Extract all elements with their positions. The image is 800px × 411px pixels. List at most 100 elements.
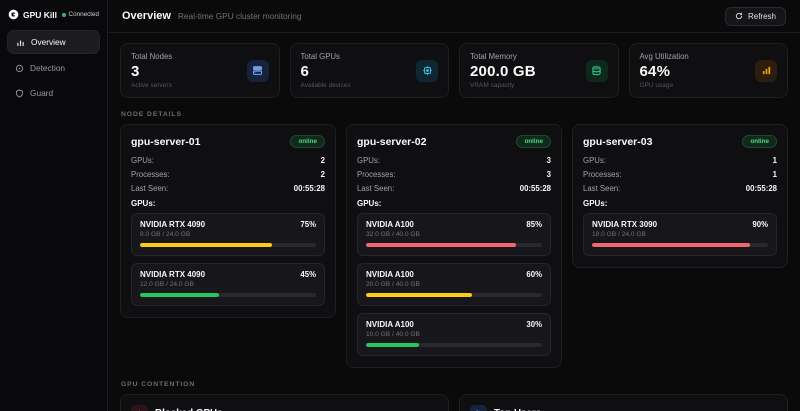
main-area: Overview Real-time GPU cluster monitorin… xyxy=(108,0,800,411)
node-card-gpu-server-02: gpu-server-02 online GPUs:3 Processes:3 … xyxy=(346,124,562,368)
sidebar: GPU Kill Connected Overview Detection Gu… xyxy=(0,0,108,411)
node-stat-processes: Processes:1 xyxy=(583,170,777,179)
node-name: gpu-server-01 xyxy=(131,136,200,148)
chip-icon xyxy=(416,60,438,82)
page-title: Overview xyxy=(122,10,171,22)
node-stat-gpus: GPUs:3 xyxy=(357,156,551,165)
gpu-memory: 10.0 GB / 40.0 GB xyxy=(366,331,542,338)
users-icon xyxy=(470,405,487,411)
shield-icon xyxy=(15,89,24,98)
utilization-bar xyxy=(366,293,542,297)
stat-card-total-nodes: Total Nodes 3 Active servers xyxy=(120,43,280,98)
stats-row: Total Nodes 3 Active servers T xyxy=(120,43,788,98)
gpu-card: NVIDIA A100 30% 10.0 GB / 40.0 GB xyxy=(357,313,551,356)
sidebar-item-guard[interactable]: Guard xyxy=(7,82,100,104)
stat-title: Total GPUs xyxy=(301,52,351,61)
sidebar-item-label: Overview xyxy=(31,37,66,47)
status-badge: online xyxy=(742,135,777,148)
gpu-card: NVIDIA RTX 4090 45% 12.0 GB / 24.0 GB xyxy=(131,263,325,306)
gpu-name: NVIDIA A100 xyxy=(366,220,414,229)
utilization-bar-fill xyxy=(592,243,750,247)
gpu-list-label: GPUs: xyxy=(357,199,551,208)
utilization-bar xyxy=(140,243,316,247)
connected-dot-icon xyxy=(62,13,66,17)
stat-subtitle: Active servers xyxy=(131,82,172,89)
bar-chart-icon xyxy=(16,38,25,47)
node-stat-processes: Processes:3 xyxy=(357,170,551,179)
bars-icon xyxy=(755,60,777,82)
stat-card-total-memory: Total Memory 200.0 GB VRAM capacity xyxy=(459,43,619,98)
connection-status: Connected xyxy=(62,11,99,18)
refresh-button[interactable]: Refresh xyxy=(725,7,786,26)
stat-subtitle: VRAM capacity xyxy=(470,82,536,89)
stat-value: 3 xyxy=(131,63,172,80)
page-header: Overview Real-time GPU cluster monitorin… xyxy=(108,0,800,33)
gpu-memory: 12.0 GB / 24.0 GB xyxy=(140,281,316,288)
logo: GPU Kill xyxy=(8,9,57,20)
status-badge: online xyxy=(290,135,325,148)
gpu-name: NVIDIA A100 xyxy=(366,270,414,279)
status-badge: online xyxy=(516,135,551,148)
utilization-bar-fill xyxy=(366,293,472,297)
node-stat-last-seen: Last Seen:00:55:28 xyxy=(131,184,325,193)
sidebar-item-overview[interactable]: Overview xyxy=(7,30,100,54)
node-name: gpu-server-03 xyxy=(583,136,652,148)
gpu-utilization: 85% xyxy=(526,220,542,229)
utilization-bar-fill xyxy=(140,293,219,297)
node-card-gpu-server-03: gpu-server-03 online GPUs:1 Processes:1 … xyxy=(572,124,788,268)
refresh-icon xyxy=(735,12,743,20)
node-stat-processes: Processes:2 xyxy=(131,170,325,179)
server-icon xyxy=(247,60,269,82)
utilization-bar xyxy=(140,293,316,297)
warning-triangle-icon xyxy=(131,405,148,411)
top-users-card: Top Users 1 charlie 85% xyxy=(459,394,788,411)
stat-subtitle: GPU usage xyxy=(640,82,689,89)
gpu-list-label: GPUs: xyxy=(583,199,777,208)
node-stat-gpus: GPUs:2 xyxy=(131,156,325,165)
refresh-label: Refresh xyxy=(748,12,776,21)
utilization-bar-fill xyxy=(366,343,419,347)
utilization-bar xyxy=(592,243,768,247)
gpu-memory: 20.0 GB / 40.0 GB xyxy=(366,281,542,288)
gpu-list-label: GPUs: xyxy=(131,199,325,208)
node-stat-gpus: GPUs:1 xyxy=(583,156,777,165)
node-stat-last-seen: Last Seen:00:55:28 xyxy=(583,184,777,193)
stat-card-avg-utilization: Avg Utilization 64% GPU usage xyxy=(629,43,789,98)
contention-row: Blocked GPUs NVIDIA RTX 3090 (node-003) … xyxy=(120,394,788,411)
utilization-bar xyxy=(366,343,542,347)
page-subtitle: Real-time GPU cluster monitoring xyxy=(178,11,302,21)
gpu-utilization: 75% xyxy=(300,220,316,229)
utilization-bar xyxy=(366,243,542,247)
gpu-utilization: 90% xyxy=(752,220,768,229)
sidebar-item-detection[interactable]: Detection xyxy=(7,57,100,79)
stat-value: 200.0 GB xyxy=(470,63,536,80)
node-name: gpu-server-02 xyxy=(357,136,426,148)
stat-card-total-gpus: Total GPUs 6 Available devices xyxy=(290,43,450,98)
gpu-name: NVIDIA RTX 4090 xyxy=(140,220,205,229)
gpu-utilization: 60% xyxy=(526,270,542,279)
gpu-kill-logo-icon xyxy=(8,9,19,20)
gpu-memory: 32.0 GB / 40.0 GB xyxy=(366,231,542,238)
radar-icon xyxy=(15,64,24,73)
gpu-card: NVIDIA A100 60% 20.0 GB / 40.0 GB xyxy=(357,263,551,306)
sidebar-item-label: Guard xyxy=(30,88,53,98)
gpu-card: NVIDIA A100 85% 32.0 GB / 40.0 GB xyxy=(357,213,551,256)
stat-value: 64% xyxy=(640,63,689,80)
stat-title: Total Memory xyxy=(470,52,536,61)
content: Total Nodes 3 Active servers T xyxy=(108,33,800,411)
gpu-card: NVIDIA RTX 4090 75% 8.0 GB / 24.0 GB xyxy=(131,213,325,256)
gpu-name: NVIDIA RTX 3090 xyxy=(592,220,657,229)
logo-row: GPU Kill Connected xyxy=(7,7,100,30)
utilization-bar-fill xyxy=(366,243,516,247)
connection-label: Connected xyxy=(69,11,99,18)
stat-title: Total Nodes xyxy=(131,52,172,61)
database-icon xyxy=(586,60,608,82)
gpu-utilization: 30% xyxy=(526,320,542,329)
app-window: GPU Kill Connected Overview Detection Gu… xyxy=(0,0,800,411)
node-card-gpu-server-01: gpu-server-01 online GPUs:2 Processes:2 … xyxy=(120,124,336,318)
gpu-name: NVIDIA RTX 4090 xyxy=(140,270,205,279)
app-name: GPU Kill xyxy=(23,10,57,20)
blocked-gpus-card: Blocked GPUs NVIDIA RTX 3090 (node-003) … xyxy=(120,394,449,411)
stat-value: 6 xyxy=(301,63,351,80)
stat-subtitle: Available devices xyxy=(301,82,351,89)
